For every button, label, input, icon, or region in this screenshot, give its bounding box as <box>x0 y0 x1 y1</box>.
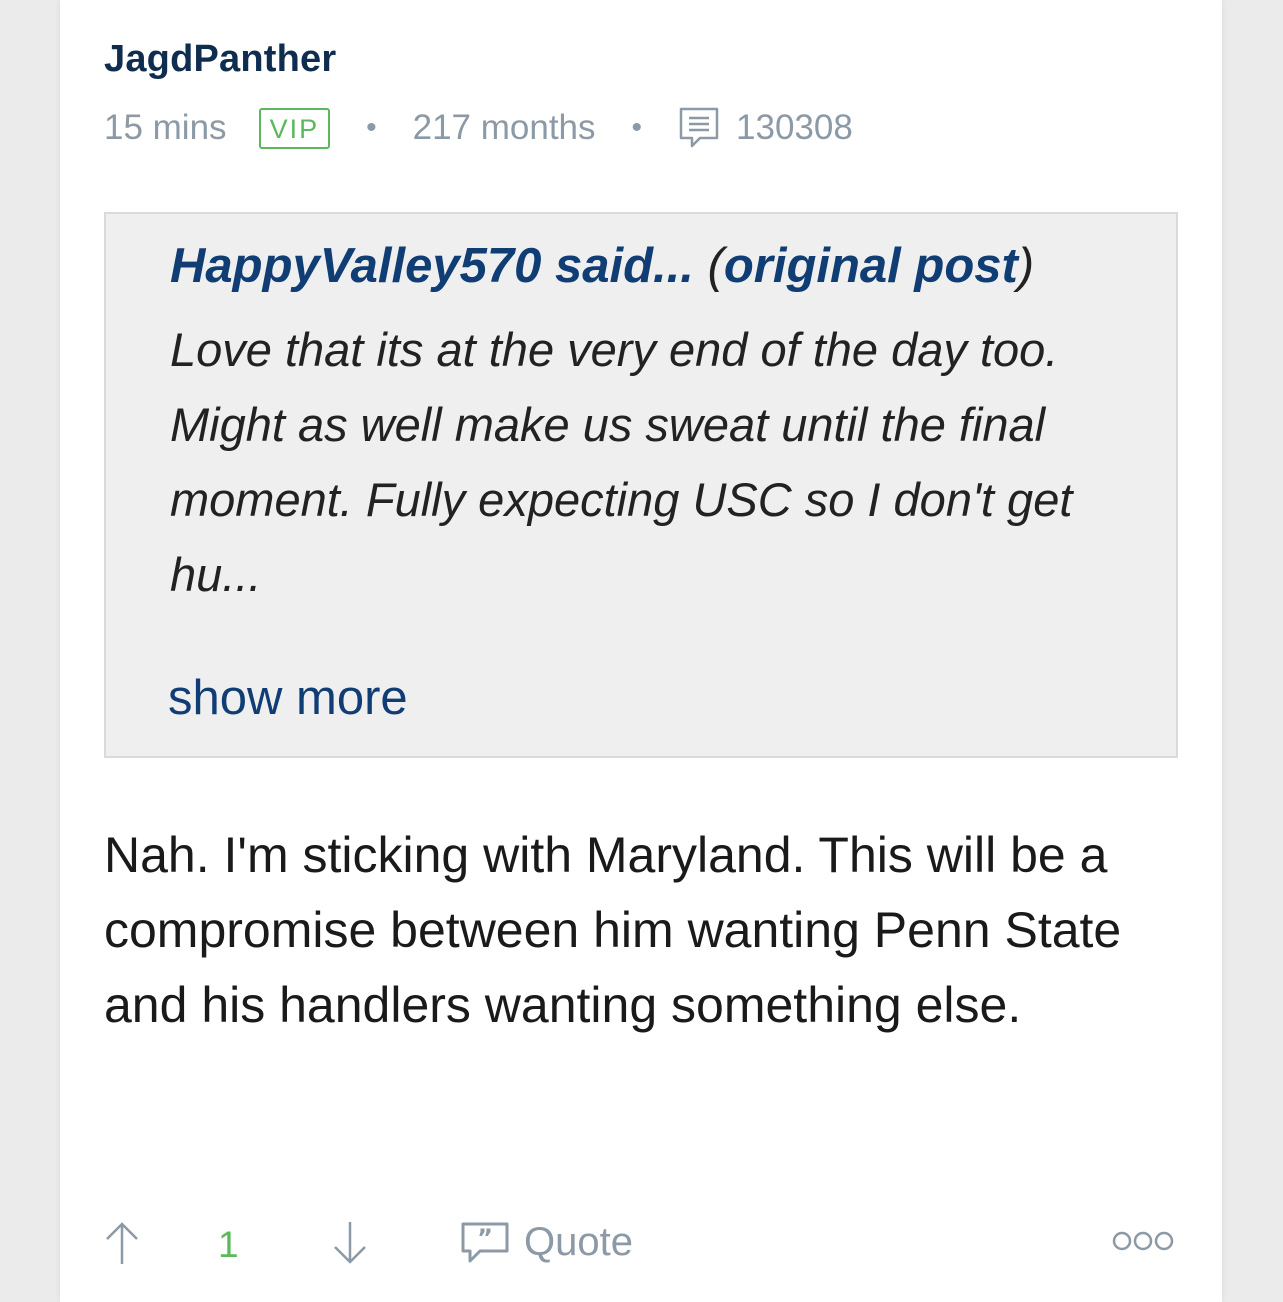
post-author[interactable]: JagdPanther <box>104 38 336 81</box>
post-actions: 1 ” Quote <box>104 1214 1184 1278</box>
quote-button[interactable]: ” Quote <box>460 1220 633 1265</box>
quote-icon: ” <box>460 1221 510 1265</box>
message-count: 130308 <box>736 108 853 147</box>
upvote-arrow-icon[interactable] <box>104 1220 140 1271</box>
post-meta: 15 mins VIP • 217 months • 130308 <box>104 104 853 152</box>
quote-label: Quote <box>524 1220 633 1264</box>
post-card: JagdPanther 15 mins VIP • 217 months • 1… <box>60 0 1222 1302</box>
show-more-link[interactable]: show more <box>168 670 408 726</box>
svg-text:”: ” <box>477 1224 493 1252</box>
quote-header: HappyValley570 said... (original post) <box>170 238 1034 294</box>
quote-said: said... <box>554 239 694 293</box>
downvote-arrow-icon[interactable] <box>332 1220 368 1271</box>
quote-close-paren: ) <box>1017 239 1035 293</box>
post-body: Nah. I'm sticking with Maryland. This wi… <box>104 827 1122 1033</box>
post-time: 15 mins <box>104 108 227 147</box>
meta-separator: • <box>366 111 377 144</box>
quote-open-paren: ( <box>707 239 724 293</box>
quoted-post: HappyValley570 said... (original post) L… <box>104 212 1178 758</box>
vip-badge: VIP <box>258 107 331 149</box>
quote-author-link[interactable]: HappyValley570 <box>170 239 541 293</box>
member-tenure: 217 months <box>412 108 596 147</box>
messages-icon <box>678 106 720 150</box>
page: JagdPanther 15 mins VIP • 217 months • 1… <box>0 0 1283 1302</box>
vote-count: 1 <box>218 1224 239 1265</box>
more-options-icon[interactable] <box>1112 1230 1174 1257</box>
quote-text: Love that its at the very end of the day… <box>170 323 1073 601</box>
original-post-link[interactable]: original post <box>724 239 1018 293</box>
meta-separator: • <box>631 111 643 144</box>
